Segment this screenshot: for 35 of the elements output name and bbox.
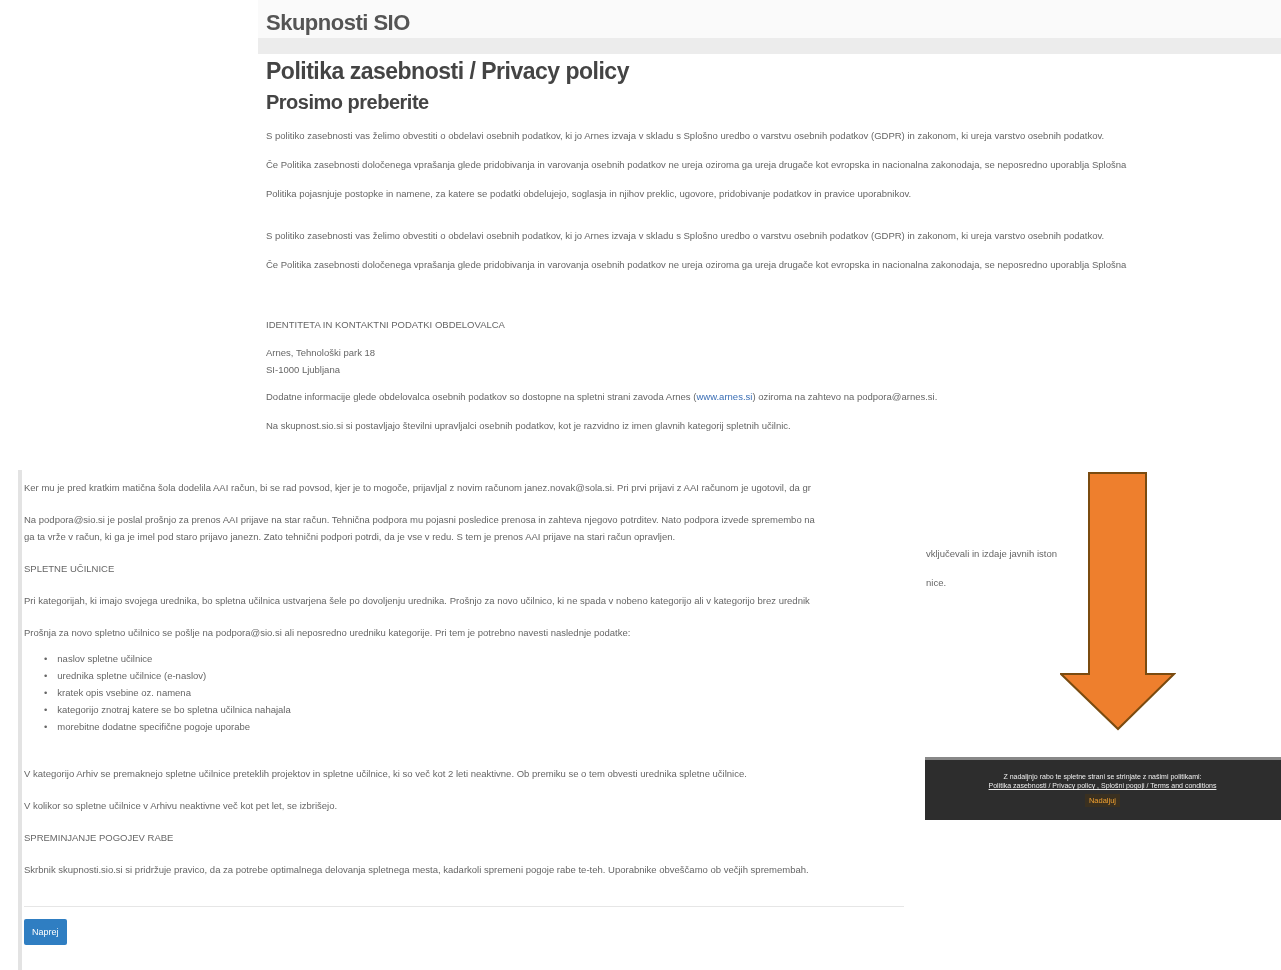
paragraph: Na podpora@sio.si je poslal prošnjo za prenos AAI prijave na star račun. Tehnična podpora mu pojasni posledice prenosa in zahteva njegovo potrditev. Nato podpora izvede spremembo na ga ta vrže v račun, ki ga je imel pod staro prijavo janezn. Zato tehnični podpori potrdi, da je vse v redu. S tem je prenos AAI prijave na stari račun opravljen.: [24, 513, 816, 544]
list-bullet: •: [44, 686, 48, 700]
address: Arnes, Tehnološki park 18 SI-1000 Ljubljana: [266, 346, 376, 377]
section-label: SPLETNE UČILNICE: [24, 562, 116, 576]
list-bullet: •: [44, 669, 48, 683]
paragraph: Dodatne informacije glede obdelovalca osebnih podatkov so dostopne na spletni strani zavoda Arnes (www.arnes.si) oziroma na zahtevo na podpora@arnes.si.: [266, 391, 938, 403]
paragraph: Ker mu je pred kratkim matična šola dodelila AAI račun, bi se rad povsod, kjer je to mogoče, prijavljal z novim računom janez.novak@sola.si. Pri prvi prijavi z AAI računom je ugotovil, da gr: [24, 481, 812, 495]
next-button[interactable]: Naprej: [24, 919, 67, 945]
list-item: urednika spletne učilnice (e-naslov): [57, 669, 207, 683]
paragraph: V kolikor so spletne učilnice v Arhivu neaktivne več kot pet let, se izbrišejo.: [24, 799, 339, 813]
list-bullet: •: [44, 703, 48, 717]
paragraph: Pri kategorijah, ki imajo svojega urednika, bo spletna učilnica ustvarjena šele po dovoljenju urednika. Prošnjo za novo učilnico, ki ne spada v nobeno kategorijo ali v kategorijo brez urednik: [24, 594, 811, 608]
paragraph: Skrbnik skupnosti.sio.si si pridržuje pravico, da za potrebe optimalnega delovanja spletnega mesta, kadarkoli spremeni pogoje rabe te-teh. Uporabnike obveščamo ob večjih spremembah.: [24, 863, 810, 877]
paragraph-fragment: vključevali in izdaje javnih iston: [926, 548, 1057, 559]
paragraph: Prošnja za novo spletno učilnico se pošlje na podpora@sio.si ali neposredno uredniku kategorije. Pri tem je potrebno navesti naslednje podatke:: [24, 626, 632, 640]
list-bullet: •: [44, 720, 48, 734]
page-heading: Politika zasebnosti / Privacy policy: [265, 57, 631, 85]
paragraph: Politika pojasnjuje postopke in namene, za katere se podatki obdelujejo, soglasja in njihov preklic, ugovore, pridobivanje podatkov in pravice uporabnikov.: [266, 188, 912, 200]
paragraph: S politiko zasebnosti vas želimo obvestiti o obdelavi osebnih podatkov, ki jo Arnes izvaja v skladu s Splošno uredbo o varstvu osebnih podatkov (GDPR) in zakonom, ki ureja varstvo osebnih podatkov.: [266, 230, 1105, 242]
paragraph: Na skupnost.sio.si si postavljajo številni upravljalci osebnih podatkov, kot je razvidno iz imen glavnih kategorij spletnih učilnic.: [266, 420, 791, 432]
paragraph: S politiko zasebnosti vas želimo obvestiti o obdelavi osebnih podatkov, ki jo Arnes izvaja v skladu s Splošno uredbo o varstvu osebnih podatkov (GDPR) in zakonom, ki ureja varstvo osebnih podatkov.: [266, 130, 1105, 142]
paragraph: V kategorijo Arhiv se premaknejo spletne učilnice preteklih projektov in spletne učilnice, ki so več kot 2 leti neaktivne. Ob premiku se o tem obvesti urednika spletne učilnice.: [24, 767, 748, 781]
section-label: IDENTITETA IN KONTAKTNI PODATKI OBDELOVALCA: [266, 319, 505, 331]
section-label: SPREMINJANJE POGOJEV RABE: [24, 831, 175, 845]
list-item: kategorijo znotraj katere se bo spletna učilnica nahajala: [57, 703, 291, 717]
list-bullet: •: [44, 652, 48, 666]
down-arrow-icon: [1060, 471, 1176, 731]
list-item: kratek opis vsebine oz. namena: [57, 686, 191, 700]
site-title: Skupnosti SIO: [258, 0, 1281, 38]
paragraph-fragment: nice.: [926, 577, 947, 588]
list-item: morebitne dodatne specifične pogoje uporabe: [57, 720, 251, 734]
paragraph: Če Politika zasebnosti določenega vprašanja glede pridobivanja in varovanja osebnih podatkov ne ureja oziroma ga ureja drugače kot evropska in nacionalna zakonodaja, se neposredno uporablja Splošna: [266, 259, 1127, 271]
list-item: naslov spletne učilnice: [57, 652, 153, 666]
paragraph: Če Politika zasebnosti določenega vprašanja glede pridobivanja in varovanja osebnih podatkov ne ureja oziroma ga ureja drugače kot evropska in nacionalna zakonodaja, se neposredno uporablja Splošna: [266, 159, 1127, 171]
page-subheading: Prosimo preberite: [265, 90, 430, 115]
